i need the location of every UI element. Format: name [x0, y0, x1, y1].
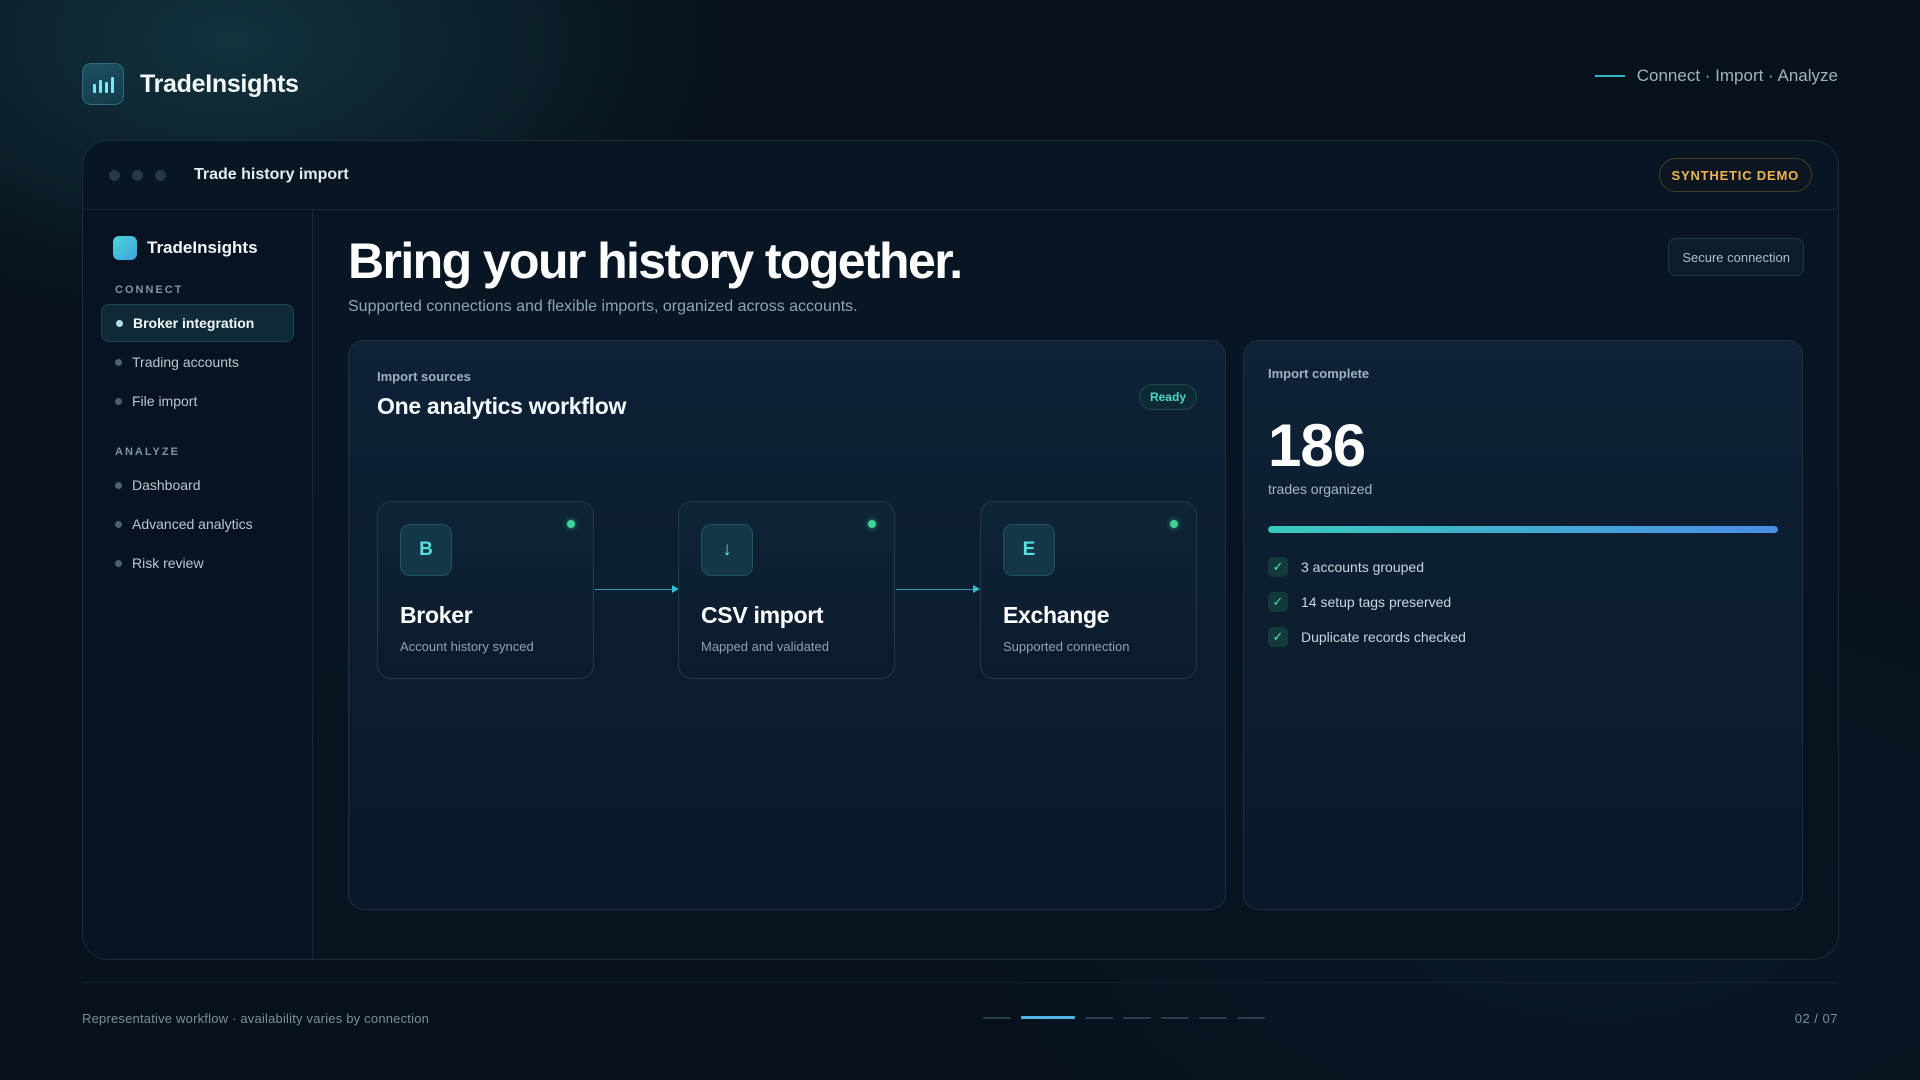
checklist-label: 14 setup tags preserved: [1301, 594, 1452, 610]
sidebar-item-label: Broker integration: [133, 315, 255, 331]
progress-fill: [1268, 526, 1778, 533]
broker-icon: B: [400, 524, 452, 576]
pager-segment[interactable]: [1085, 1016, 1113, 1019]
checklist-item: ✓ 3 accounts grouped: [1268, 557, 1466, 577]
node-subtitle: Supported connection: [1003, 639, 1130, 654]
page-indicator: 02 / 07: [1794, 1011, 1838, 1026]
sidebar-item-broker-integration[interactable]: Broker integration: [101, 304, 294, 342]
status-dot-icon: [1170, 520, 1178, 528]
pager-segment[interactable]: [983, 1016, 1011, 1019]
source-node-csv-import[interactable]: ↓ CSV import Mapped and validated: [678, 501, 895, 679]
pager-segment[interactable]: [1199, 1016, 1227, 1019]
status-dot-icon: [567, 520, 575, 528]
pager-segment[interactable]: [1123, 1016, 1151, 1019]
checklist-label: Duplicate records checked: [1301, 629, 1466, 645]
checklist-item: ✓ 14 setup tags preserved: [1268, 592, 1466, 612]
sidebar-brand-name: TradeInsights: [147, 238, 258, 257]
tagline-text: Connect · Import · Analyze: [1636, 66, 1838, 85]
card-label: Import complete: [1268, 366, 1370, 381]
flow-arrow: [595, 585, 679, 593]
sidebar-item-label: Risk review: [132, 555, 204, 571]
sidebar-item-label: Dashboard: [132, 477, 201, 493]
pager-segment[interactable]: [1161, 1016, 1189, 1019]
secure-connection-button[interactable]: Secure connection: [1668, 238, 1804, 276]
node-title: Exchange: [1003, 602, 1110, 628]
sidebar: TradeInsights CONNECT Broker integration…: [83, 210, 313, 959]
flow-arrow: [896, 585, 980, 593]
tagline-rule: [1594, 75, 1625, 77]
pager-segment[interactable]: [1237, 1016, 1265, 1019]
sidebar-item-risk-review[interactable]: Risk review: [101, 544, 294, 582]
bullet-icon: [115, 358, 122, 366]
source-node-exchange[interactable]: E Exchange Supported connection: [980, 501, 1197, 679]
trade-count-caption: trades organized: [1268, 481, 1373, 497]
import-sources-card: Import sources One analytics workflow Re…: [348, 340, 1226, 910]
card-title: One analytics workflow: [377, 393, 627, 419]
window-controls: [109, 169, 166, 181]
sidebar-list-analyze: Dashboard Advanced analytics Risk review: [83, 466, 312, 582]
app-window: Trade history import SYNTHETIC DEMO Trad…: [82, 140, 1839, 960]
app-logo-icon: [113, 236, 137, 260]
import-progress-bar: [1268, 526, 1778, 533]
bullet-icon: [115, 520, 122, 528]
sidebar-item-label: File import: [132, 393, 198, 409]
bar-chart-icon: [82, 63, 124, 105]
node-title: CSV import: [701, 602, 824, 628]
bullet-icon: [116, 319, 123, 327]
sidebar-item-file-import[interactable]: File import: [101, 382, 294, 420]
status-badge: Ready: [1138, 384, 1197, 410]
exchange-icon: E: [1003, 524, 1055, 576]
checkmark-icon: ✓: [1268, 627, 1288, 647]
sidebar-section-connect: CONNECT: [115, 284, 184, 296]
checklist-label: 3 accounts grouped: [1301, 559, 1424, 575]
bullet-icon: [115, 559, 122, 567]
close-window-dot[interactable]: [109, 169, 120, 181]
tagline: Connect · Import · Analyze: [1594, 66, 1838, 86]
main-content: Bring your history together. Supported c…: [314, 210, 1838, 959]
node-title: Broker: [400, 602, 473, 628]
slide-pager: [983, 1016, 1265, 1019]
source-node-broker[interactable]: B Broker Account history synced: [377, 501, 594, 679]
checkmark-icon: ✓: [1268, 557, 1288, 577]
footer-divider: [82, 982, 1838, 983]
sidebar-item-trading-accounts[interactable]: Trading accounts: [101, 343, 294, 381]
sidebar-item-dashboard[interactable]: Dashboard: [101, 466, 294, 504]
sidebar-section-analyze: ANALYZE: [115, 446, 180, 458]
node-subtitle: Mapped and validated: [701, 639, 829, 654]
demo-badge: SYNTHETIC DEMO: [1658, 158, 1812, 192]
checklist: ✓ 3 accounts grouped ✓ 14 setup tags pre…: [1268, 557, 1466, 662]
page-subtitle: Supported connections and flexible impor…: [348, 298, 858, 315]
trade-count: 186: [1268, 412, 1366, 479]
card-label: Import sources: [377, 369, 471, 384]
window-titlebar: Trade history import SYNTHETIC DEMO: [83, 141, 1838, 210]
checkmark-icon: ✓: [1268, 592, 1288, 612]
maximize-window-dot[interactable]: [155, 169, 166, 181]
brand-name: TradeInsights: [140, 69, 299, 98]
download-icon: ↓: [701, 524, 753, 576]
bullet-icon: [115, 481, 122, 489]
pager-segment[interactable]: [1021, 1016, 1075, 1019]
sidebar-brand[interactable]: TradeInsights: [113, 236, 312, 260]
window-title: Trade history import: [194, 166, 349, 183]
sidebar-item-label: Advanced analytics: [132, 516, 253, 532]
node-subtitle: Account history synced: [400, 639, 534, 654]
bullet-icon: [115, 397, 122, 405]
sidebar-item-label: Trading accounts: [132, 354, 239, 370]
sidebar-list-connect: Broker integration Trading accounts File…: [83, 304, 312, 420]
sidebar-item-advanced-analytics[interactable]: Advanced analytics: [101, 505, 294, 543]
status-dot-icon: [868, 520, 876, 528]
footer-note: Representative workflow · availability v…: [82, 1011, 430, 1026]
brand: TradeInsights: [82, 63, 299, 105]
checklist-item: ✓ Duplicate records checked: [1268, 627, 1466, 647]
minimize-window-dot[interactable]: [132, 169, 143, 181]
page-title: Bring your history together.: [348, 233, 963, 289]
import-complete-card: Import complete 186 trades organized ✓ 3…: [1243, 340, 1803, 910]
